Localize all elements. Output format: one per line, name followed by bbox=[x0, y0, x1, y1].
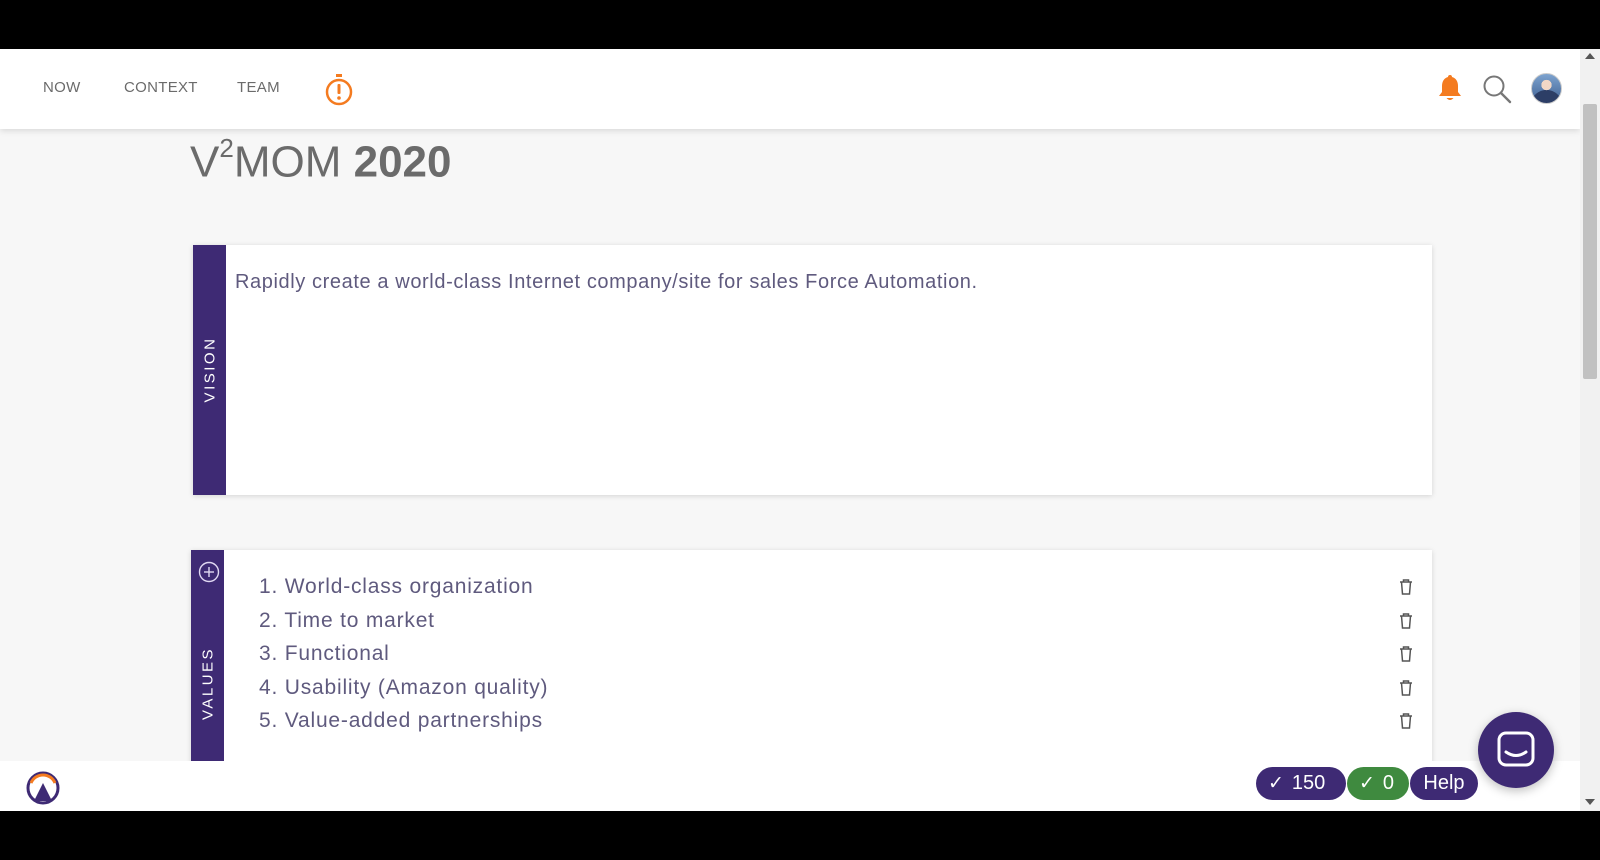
trash-icon[interactable] bbox=[1398, 645, 1414, 663]
vision-card: VISION Rapidly create a world-class Inte… bbox=[193, 245, 1432, 495]
value-item: 3. Functional bbox=[259, 642, 1419, 676]
vision-statement[interactable]: Rapidly create a world-class Internet co… bbox=[235, 271, 978, 294]
value-item: 1. World-class organization bbox=[259, 575, 1419, 609]
brand-logo-icon[interactable] bbox=[26, 771, 60, 805]
values-label: VALUES bbox=[199, 646, 217, 721]
page-title: V2MOM 2020 bbox=[190, 133, 452, 187]
user-avatar[interactable] bbox=[1531, 73, 1562, 104]
vision-side-band: VISION bbox=[193, 245, 226, 495]
nav-now[interactable]: NOW bbox=[43, 79, 81, 96]
trash-icon[interactable] bbox=[1398, 578, 1414, 596]
value-item: 4. Usability (Amazon quality) bbox=[259, 676, 1419, 710]
completed-count: 0 bbox=[1382, 772, 1395, 794]
value-item: 2. Time to market bbox=[259, 609, 1419, 643]
bell-icon[interactable] bbox=[1436, 73, 1464, 103]
value-item-text[interactable]: 1. World-class organization bbox=[259, 575, 534, 599]
value-item: 5. Value-added partnerships bbox=[259, 709, 1419, 743]
chat-launcher-button[interactable] bbox=[1478, 712, 1554, 788]
trash-icon[interactable] bbox=[1398, 679, 1414, 697]
scroll-up-arrow-icon[interactable] bbox=[1585, 53, 1595, 59]
points-badge[interactable]: ✓ 150 bbox=[1256, 767, 1346, 800]
help-button[interactable]: Help bbox=[1410, 767, 1478, 800]
footer-bar: ✓ 150 ✓ 0 Help bbox=[0, 761, 1580, 811]
check-icon: ✓ bbox=[1359, 773, 1375, 794]
search-icon[interactable] bbox=[1482, 74, 1512, 104]
chat-icon bbox=[1497, 731, 1535, 767]
nav-context[interactable]: CONTEXT bbox=[124, 79, 198, 96]
nav-team[interactable]: TEAM bbox=[237, 79, 280, 96]
values-list: 1. World-class organization 2. Time to m… bbox=[259, 575, 1419, 743]
value-item-text[interactable]: 2. Time to market bbox=[259, 609, 435, 633]
vertical-scrollbar[interactable] bbox=[1580, 49, 1600, 811]
value-item-text[interactable]: 5. Value-added partnerships bbox=[259, 709, 543, 733]
stopwatch-alert-icon[interactable] bbox=[324, 73, 354, 107]
trash-icon[interactable] bbox=[1398, 612, 1414, 630]
app-viewport: NOW CONTEXT TEAM V2MOM 2020 VISION Rapid… bbox=[0, 49, 1600, 811]
points-count: 150 bbox=[1291, 772, 1326, 794]
value-item-text[interactable]: 3. Functional bbox=[259, 642, 390, 666]
scroll-thumb[interactable] bbox=[1583, 104, 1597, 379]
trash-icon[interactable] bbox=[1398, 712, 1414, 730]
value-item-text[interactable]: 4. Usability (Amazon quality) bbox=[259, 676, 548, 700]
vision-label: VISION bbox=[201, 336, 219, 403]
completed-badge[interactable]: ✓ 0 bbox=[1347, 767, 1409, 800]
add-value-icon[interactable] bbox=[198, 561, 220, 583]
scroll-down-arrow-icon[interactable] bbox=[1585, 799, 1595, 805]
top-navigation-bar: NOW CONTEXT TEAM bbox=[0, 49, 1580, 129]
check-icon: ✓ bbox=[1268, 773, 1284, 794]
